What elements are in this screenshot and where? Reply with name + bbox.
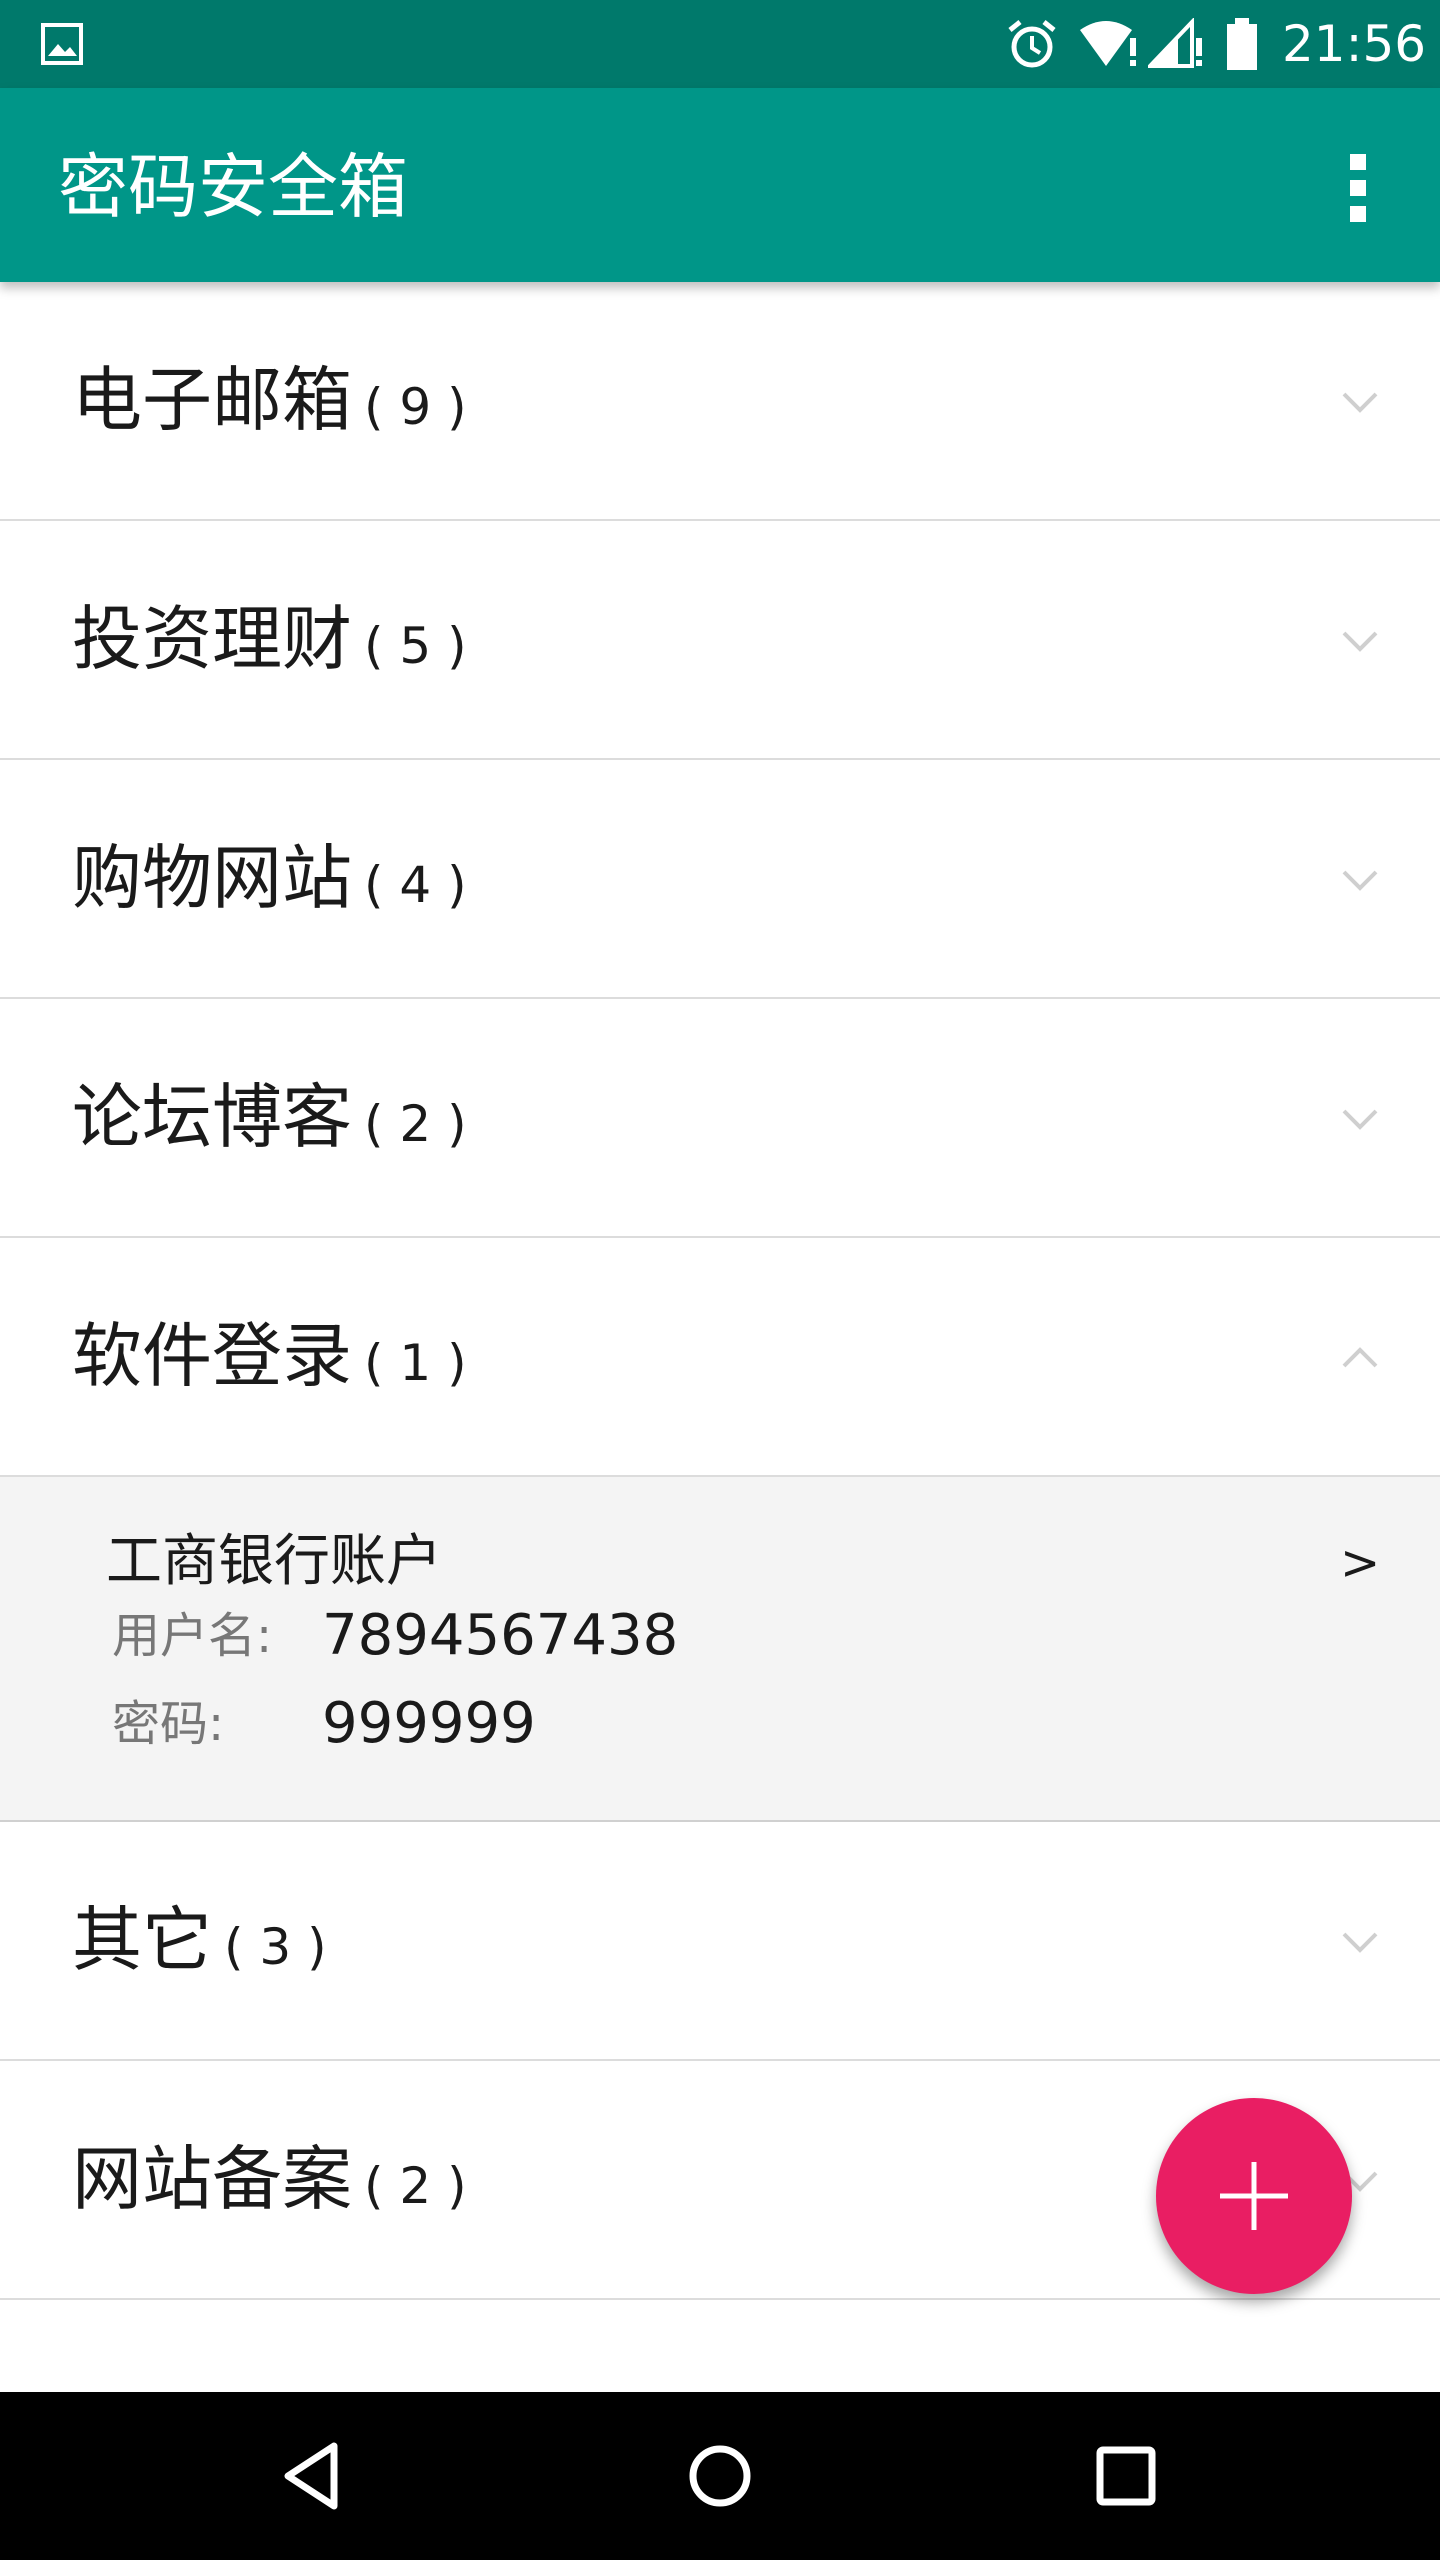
home-icon[interactable]: [680, 2436, 760, 2516]
category-label: 购物网站( 4 ): [72, 760, 467, 997]
category-label: 软件登录( 1 ): [72, 1238, 467, 1475]
app-title: 密码安全箱: [58, 146, 408, 228]
plus-icon: [1220, 2162, 1288, 2230]
category-count: ( 1 ): [364, 1334, 467, 1392]
account-name: 工商银行账户: [106, 1529, 442, 1594]
chevron-down-icon: [1342, 870, 1378, 891]
category-label: 其它( 3 ): [72, 1822, 327, 2059]
category-name: 网站备案: [72, 2138, 352, 2220]
app-bar: 密码安全箱: [0, 88, 1440, 282]
category-count: ( 5 ): [364, 617, 467, 675]
chevron-down-icon: [1342, 392, 1378, 413]
username-value: 7894567438: [322, 1603, 679, 1668]
category-row-investment[interactable]: 投资理财( 5 ): [0, 521, 1440, 760]
overflow-menu-icon[interactable]: [1340, 148, 1376, 228]
category-row-email[interactable]: 电子邮箱( 9 ): [0, 282, 1440, 521]
category-count: ( 2 ): [364, 1095, 467, 1153]
category-name: 购物网站: [72, 837, 352, 919]
chevron-down-icon: [1342, 631, 1378, 652]
status-bar: 21:56: [0, 0, 1440, 88]
category-name: 投资理财: [72, 598, 352, 680]
chevron-down-icon: [1342, 1109, 1378, 1130]
category-label: 网站备案( 2 ): [72, 2061, 467, 2298]
password-value: 999999: [322, 1691, 536, 1756]
category-label: 投资理财( 5 ): [72, 521, 467, 758]
category-count: ( 9 ): [364, 378, 467, 436]
category-label: 电子邮箱( 9 ): [72, 282, 467, 519]
username-label: 用户名:: [112, 1608, 273, 1664]
category-list: 电子邮箱( 9 ) 投资理财( 5 ) 购物网站( 4 ) 论坛博客( 2 ): [0, 282, 1440, 2300]
clock-time: 21:56: [1282, 15, 1427, 73]
account-detail-arrow[interactable]: >: [1340, 1533, 1380, 1593]
category-name: 其它: [72, 1899, 212, 1981]
battery-icon: [1227, 18, 1257, 70]
category-count: ( 2 ): [364, 2157, 467, 2215]
wifi-icon: [1080, 21, 1136, 66]
category-name: 电子邮箱: [72, 359, 352, 441]
navigation-bar: [0, 2392, 1440, 2560]
chevron-up-icon: [1342, 1347, 1378, 1368]
gallery-icon: [41, 23, 83, 65]
category-row-software[interactable]: 软件登录( 1 ): [0, 1238, 1440, 1477]
chevron-down-icon: [1342, 1932, 1378, 1953]
add-button[interactable]: [1156, 2098, 1352, 2294]
category-count: ( 3 ): [224, 1918, 327, 1976]
category-row-shopping[interactable]: 购物网站( 4 ): [0, 760, 1440, 999]
category-count: ( 4 ): [364, 856, 467, 914]
signal-icon: [1148, 18, 1202, 68]
recents-icon[interactable]: [1086, 2436, 1166, 2516]
category-label: 论坛博客( 2 ): [72, 999, 467, 1236]
password-label: 密码:: [112, 1696, 225, 1752]
category-name: 软件登录: [72, 1315, 352, 1397]
category-name: 论坛博客: [72, 1076, 352, 1158]
category-row-forum[interactable]: 论坛博客( 2 ): [0, 999, 1440, 1238]
account-entry[interactable]: 工商银行账户 > 用户名: 7894567438 密码: 999999: [0, 1477, 1440, 1822]
back-icon[interactable]: [276, 2436, 356, 2516]
alarm-icon: [1008, 20, 1056, 68]
category-row-other[interactable]: 其它( 3 ): [0, 1822, 1440, 2061]
